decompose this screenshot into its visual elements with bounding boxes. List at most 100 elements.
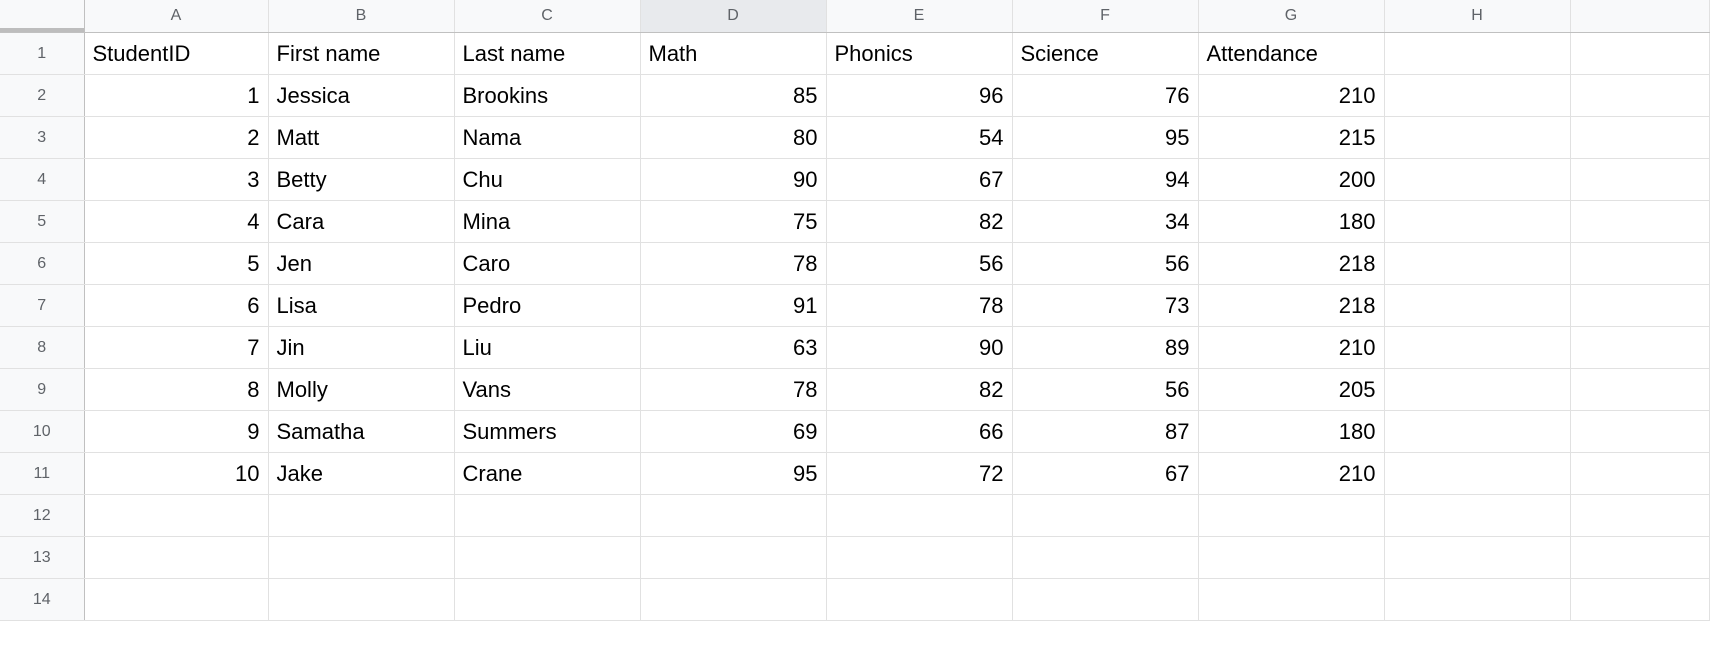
cell[interactable]: 67 [1012,453,1198,495]
cell[interactable] [454,537,640,579]
cell-f1[interactable]: Science [1012,33,1198,75]
cell[interactable] [1012,495,1198,537]
cell[interactable] [1384,285,1570,327]
cell[interactable]: 200 [1198,159,1384,201]
cell[interactable] [1570,411,1710,453]
cell[interactable]: Mina [454,201,640,243]
cell[interactable]: 72 [826,453,1012,495]
cell[interactable]: 90 [640,159,826,201]
cell[interactable]: 4 [84,201,268,243]
cell[interactable]: Jen [268,243,454,285]
cell[interactable]: 69 [640,411,826,453]
cell[interactable]: Cara [268,201,454,243]
cell[interactable]: 91 [640,285,826,327]
cell[interactable]: 210 [1198,453,1384,495]
cell[interactable] [1570,579,1710,621]
cell[interactable] [1384,453,1570,495]
cell[interactable]: 85 [640,75,826,117]
cell[interactable]: 218 [1198,243,1384,285]
cell[interactable]: 180 [1198,201,1384,243]
cell[interactable]: Caro [454,243,640,285]
col-header-f[interactable]: F [1012,0,1198,33]
cell-b1[interactable]: First name [268,33,454,75]
cell-d1[interactable]: Math [640,33,826,75]
cell[interactable]: Vans [454,369,640,411]
cell[interactable]: 82 [826,201,1012,243]
cell-c1[interactable]: Last name [454,33,640,75]
cell[interactable] [1570,453,1710,495]
col-header-g[interactable]: G [1198,0,1384,33]
row-header-14[interactable]: 14 [0,579,84,621]
cell[interactable] [454,579,640,621]
cell[interactable] [1384,117,1570,159]
cell[interactable]: Jessica [268,75,454,117]
cell[interactable]: 67 [826,159,1012,201]
row-header-10[interactable]: 10 [0,411,84,453]
cell[interactable]: 80 [640,117,826,159]
cell[interactable] [268,495,454,537]
cell[interactable]: 87 [1012,411,1198,453]
cell-g1[interactable]: Attendance [1198,33,1384,75]
cell[interactable]: 63 [640,327,826,369]
cell[interactable]: 215 [1198,117,1384,159]
cell[interactable]: 34 [1012,201,1198,243]
cell[interactable]: 54 [826,117,1012,159]
cell[interactable] [640,495,826,537]
cell[interactable] [1570,285,1710,327]
cell[interactable] [826,537,1012,579]
cell[interactable] [826,495,1012,537]
cell[interactable] [1570,201,1710,243]
row-header-9[interactable]: 9 [0,369,84,411]
col-header-e[interactable]: E [826,0,1012,33]
cell[interactable] [1570,75,1710,117]
cell[interactable] [1384,411,1570,453]
cell[interactable]: 1 [84,75,268,117]
row-header-12[interactable]: 12 [0,495,84,537]
cell[interactable]: Summers [454,411,640,453]
cell[interactable] [1570,369,1710,411]
row-header-11[interactable]: 11 [0,453,84,495]
row-header-1[interactable]: 1 [0,33,84,75]
cell[interactable]: 218 [1198,285,1384,327]
col-header-c[interactable]: C [454,0,640,33]
cell[interactable] [1384,537,1570,579]
cell[interactable] [84,495,268,537]
row-header-13[interactable]: 13 [0,537,84,579]
cell[interactable]: 56 [1012,369,1198,411]
cell[interactable]: Lisa [268,285,454,327]
grid[interactable]: A B C D E F G H 1 StudentID First name L… [0,0,1710,621]
cell[interactable]: 66 [826,411,1012,453]
col-header-a[interactable]: A [84,0,268,33]
cell[interactable] [1384,495,1570,537]
cell[interactable] [1198,495,1384,537]
cell[interactable]: Jake [268,453,454,495]
cell[interactable]: 10 [84,453,268,495]
cell[interactable]: 180 [1198,411,1384,453]
cell[interactable] [1384,201,1570,243]
cell[interactable] [1384,159,1570,201]
cell[interactable] [1570,159,1710,201]
cell[interactable]: 89 [1012,327,1198,369]
row-header-2[interactable]: 2 [0,75,84,117]
cell[interactable]: 73 [1012,285,1198,327]
cell[interactable] [84,537,268,579]
cell[interactable] [1384,369,1570,411]
cell[interactable]: Brookins [454,75,640,117]
cell[interactable]: Chu [454,159,640,201]
cell[interactable]: 90 [826,327,1012,369]
cell[interactable]: 8 [84,369,268,411]
cell[interactable] [1570,327,1710,369]
cell[interactable] [1570,495,1710,537]
cell[interactable] [1384,579,1570,621]
cell[interactable] [1570,537,1710,579]
cell[interactable] [84,579,268,621]
cell-e1[interactable]: Phonics [826,33,1012,75]
cell[interactable]: 78 [640,369,826,411]
cell[interactable]: Crane [454,453,640,495]
cell[interactable]: 205 [1198,369,1384,411]
cell[interactable]: 95 [1012,117,1198,159]
cell[interactable]: Jin [268,327,454,369]
col-header-b[interactable]: B [268,0,454,33]
cell[interactable]: 5 [84,243,268,285]
cell[interactable]: Liu [454,327,640,369]
